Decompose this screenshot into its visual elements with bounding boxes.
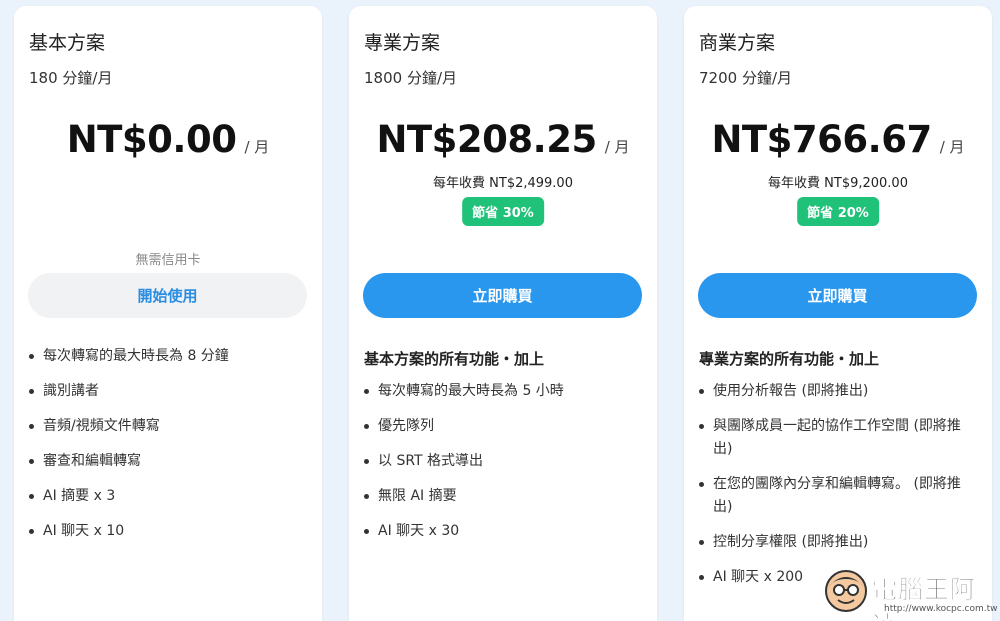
feature-item: 識別講者 xyxy=(29,380,310,403)
savings-badge: 節省 20% xyxy=(797,197,879,226)
plan-title: 專業方案 xyxy=(364,32,441,54)
feature-item: AI 聊天 x 30 xyxy=(364,520,645,543)
plan-minutes: 180 分鐘/月 xyxy=(29,69,113,87)
feature-item: 以 SRT 格式導出 xyxy=(364,450,645,473)
price-period: / 月 xyxy=(939,138,965,156)
feature-item: 每次轉寫的最大時長為 5 小時 xyxy=(364,380,645,403)
feature-item: 使用分析報告 (即將推出) xyxy=(699,380,980,403)
start-using-button[interactable]: 開始使用 xyxy=(28,273,307,318)
plan-title: 商業方案 xyxy=(699,32,776,54)
plan-price: NT$208.25 xyxy=(376,118,597,161)
feature-item: 無限 AI 摘要 xyxy=(364,485,645,508)
savings-badge: 節省 30% xyxy=(462,197,544,226)
plan-price: NT$766.67 xyxy=(711,118,932,161)
plan-title: 基本方案 xyxy=(29,32,106,54)
feature-item: 優先隊列 xyxy=(364,415,645,438)
feature-list: 每次轉寫的最大時長為 8 分鐘 識別講者 音頻/視頻文件轉寫 審查和編輯轉寫 A… xyxy=(29,345,310,555)
plan-card-basic: 基本方案 180 分鐘/月 NT$0.00 / 月 無需信用卡 開始使用 每次轉寫… xyxy=(14,6,322,621)
feature-item: 音頻/視頻文件轉寫 xyxy=(29,415,310,438)
feature-item: 控制分享權限 (即將推出) xyxy=(699,531,980,554)
plan-price: NT$0.00 xyxy=(66,118,237,161)
price-row: NT$0.00 / 月 xyxy=(14,118,322,161)
price-row: NT$208.25 / 月 xyxy=(349,118,657,161)
annual-billing: 每年收費 NT$9,200.00 xyxy=(768,176,908,191)
feature-item: AI 聊天 x 10 xyxy=(29,520,310,543)
price-row: NT$766.67 / 月 xyxy=(684,118,992,161)
features-heading: 基本方案的所有功能・加上 xyxy=(364,350,545,368)
feature-item: 在您的團隊內分享和編輯轉寫。 (即將推出) xyxy=(699,473,980,519)
mascot-face-icon xyxy=(825,570,867,612)
feature-item: 與團隊成員一起的協作工作空間 (即將推出) xyxy=(699,415,980,461)
watermark-url: http://www.kocpc.com.tw xyxy=(884,604,998,614)
feature-item: AI 摘要 x 3 xyxy=(29,485,310,508)
price-period: / 月 xyxy=(604,138,630,156)
plan-card-pro: 專業方案 1800 分鐘/月 NT$208.25 / 月 每年收費 NT$2,49… xyxy=(349,6,657,621)
feature-item: 審查和編輯轉寫 xyxy=(29,450,310,473)
feature-list: 每次轉寫的最大時長為 5 小時 優先隊列 以 SRT 格式導出 無限 AI 摘要… xyxy=(364,380,645,555)
buy-now-button[interactable]: 立即購買 xyxy=(698,273,977,318)
no-credit-card-note: 無需信用卡 xyxy=(135,253,201,268)
annual-billing: 每年收費 NT$2,499.00 xyxy=(433,176,573,191)
plan-card-business: 商業方案 7200 分鐘/月 NT$766.67 / 月 每年收費 NT$9,20… xyxy=(684,6,992,621)
features-heading: 專業方案的所有功能・加上 xyxy=(699,350,880,368)
plan-minutes: 7200 分鐘/月 xyxy=(699,69,792,87)
price-period: / 月 xyxy=(244,138,270,156)
feature-item: 每次轉寫的最大時長為 8 分鐘 xyxy=(29,345,310,368)
plan-minutes: 1800 分鐘/月 xyxy=(364,69,457,87)
buy-now-button[interactable]: 立即購買 xyxy=(363,273,642,318)
watermark: 電腦王阿達 http://www.kocpc.com.tw xyxy=(822,568,998,621)
